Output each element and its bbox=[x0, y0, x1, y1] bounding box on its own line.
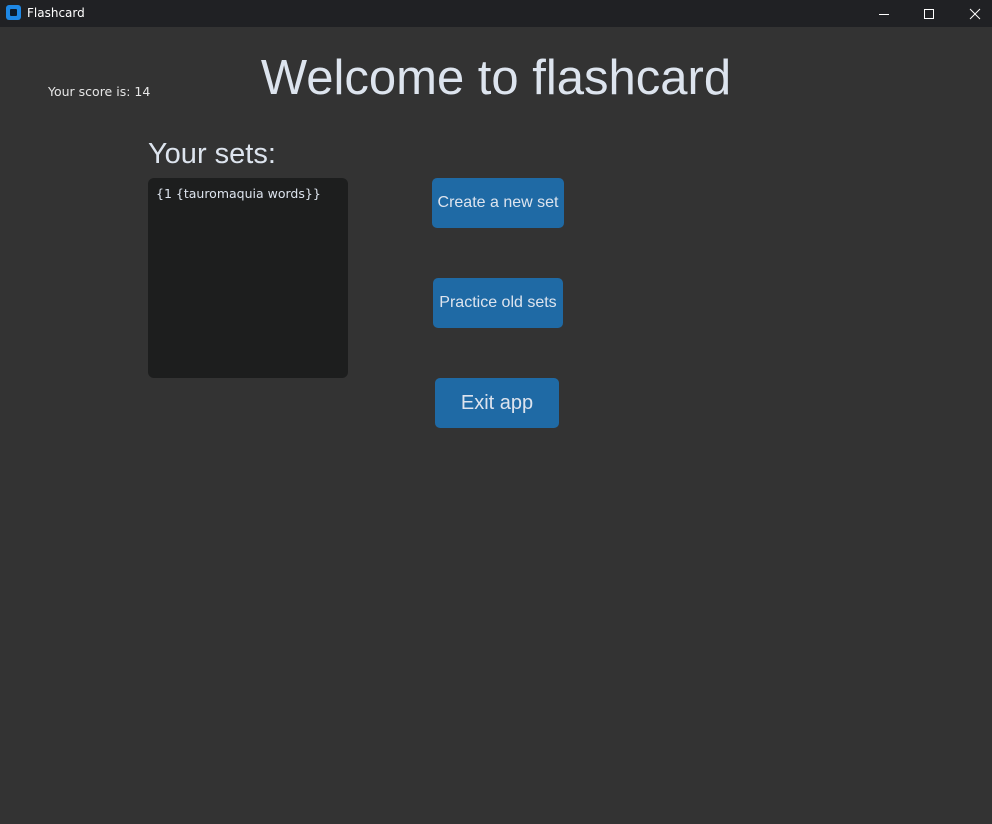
create-set-button[interactable]: Create a new set bbox=[432, 178, 564, 228]
minimize-icon bbox=[879, 13, 889, 15]
title-bar: Flashcard bbox=[0, 0, 992, 27]
exit-app-button[interactable]: Exit app bbox=[435, 378, 559, 428]
close-icon bbox=[969, 8, 981, 19]
sets-textbox[interactable]: {1 {tauromaquia words}} bbox=[148, 178, 348, 378]
window-title: Flashcard bbox=[27, 6, 85, 20]
sets-label: Your sets: bbox=[148, 138, 276, 170]
close-button[interactable] bbox=[952, 0, 992, 27]
practice-sets-button[interactable]: Practice old sets bbox=[433, 278, 563, 328]
sets-textbox-content: {1 {tauromaquia words}} bbox=[156, 186, 321, 201]
maximize-icon bbox=[924, 8, 934, 19]
minimize-button[interactable] bbox=[861, 0, 907, 27]
page-title: Welcome to flashcard bbox=[260, 51, 732, 105]
maximize-button[interactable] bbox=[906, 0, 952, 27]
app-icon bbox=[6, 5, 21, 20]
